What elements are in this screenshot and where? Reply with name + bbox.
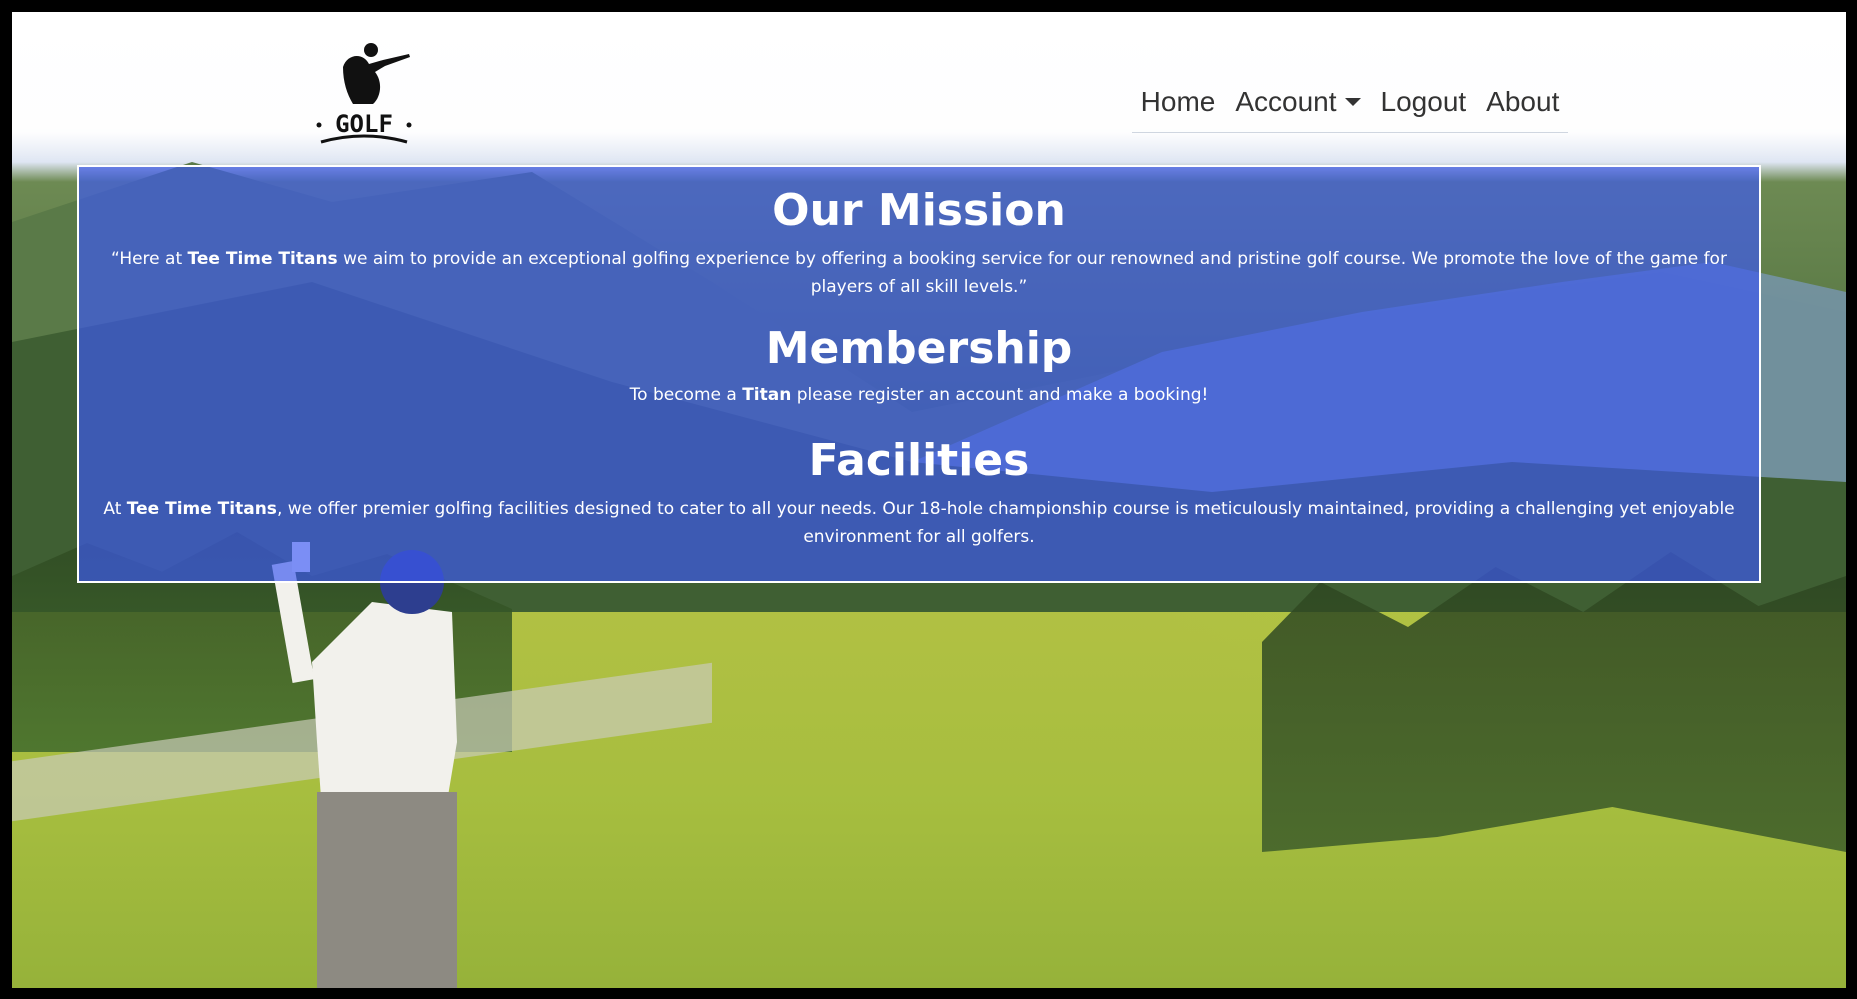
- main-nav: Home Account Logout About: [1132, 72, 1568, 133]
- membership-prefix: To become a: [629, 385, 743, 406]
- page-frame: GOLF Home Account Logout About Our Missi…: [12, 12, 1846, 988]
- mission-body: we aim to provide an exceptional golfing…: [337, 249, 1727, 298]
- facilities-body: , we offer premier golfing facilities de…: [276, 499, 1735, 548]
- membership-text: To become a Titan please register an acc…: [89, 381, 1749, 409]
- membership-brand: Titan: [742, 385, 792, 406]
- caret-down-icon: [1344, 98, 1361, 106]
- nav-account-dropdown[interactable]: Account: [1235, 86, 1361, 118]
- mission-text: “Here at Tee Time Titans we aim to provi…: [79, 245, 1759, 301]
- nav-home-link[interactable]: Home: [1141, 86, 1216, 118]
- membership-section: Membership To become a Titan please regi…: [79, 323, 1759, 409]
- nav-account-label: Account: [1235, 86, 1337, 117]
- site-header: GOLF Home Account Logout About: [12, 12, 1846, 162]
- facilities-heading: Facilities: [808, 435, 1030, 486]
- facilities-brand: Tee Time Titans: [126, 499, 277, 520]
- mission-heading: Our Mission: [772, 185, 1066, 236]
- nav-logout-link[interactable]: Logout: [1381, 86, 1467, 118]
- facilities-section: Facilities At Tee Time Titans, we offer …: [79, 435, 1759, 551]
- nav-about-link[interactable]: About: [1486, 86, 1559, 118]
- mission-quote-open: “Here at: [111, 249, 188, 270]
- golfer-figure: [271, 542, 457, 988]
- facilities-text: At Tee Time Titans, we offer premier gol…: [79, 495, 1759, 551]
- mission-brand: Tee Time Titans: [187, 249, 338, 270]
- membership-heading: Membership: [765, 323, 1073, 374]
- info-panel: Our Mission “Here at Tee Time Titans we …: [77, 165, 1761, 583]
- logo-text: GOLF: [335, 110, 393, 138]
- facilities-prefix: At: [103, 499, 127, 520]
- mission-section: Our Mission “Here at Tee Time Titans we …: [79, 185, 1759, 301]
- membership-suffix: please register an account and make a bo…: [791, 385, 1209, 406]
- golf-logo-icon[interactable]: GOLF: [313, 42, 415, 154]
